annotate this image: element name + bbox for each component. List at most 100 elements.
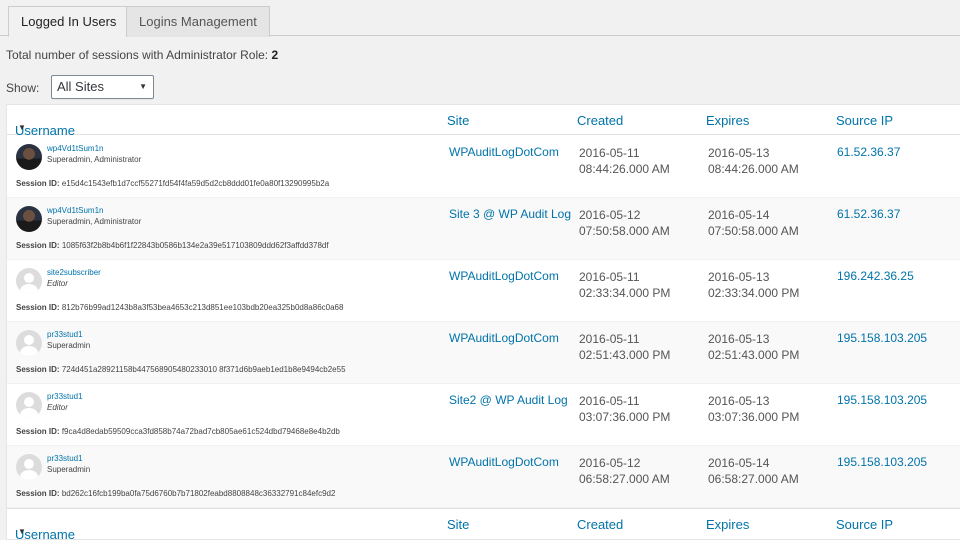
source-ip-link[interactable]: 195.158.103.205 <box>837 455 927 469</box>
session-id: Session ID: 812b76b99ad1243b8a3f53bea465… <box>16 303 343 312</box>
column-created[interactable]: Created <box>577 113 623 128</box>
session-id-label: Session ID: <box>16 179 60 188</box>
created-cell: 2016-05-12 06:58:27.000 AM <box>579 455 670 487</box>
session-id-value: bd262c16fcb199ba0fa75d6760b7b71802feabd8… <box>61 489 336 498</box>
expires-date: 2016-05-13 <box>708 270 770 284</box>
session-id-label: Session ID: <box>16 241 60 250</box>
footer-column-created[interactable]: Created <box>577 517 623 532</box>
user-roles: Superadmin, Administrator <box>47 217 142 226</box>
username-link[interactable]: pr33stud1 <box>47 454 83 463</box>
column-source-ip[interactable]: Source IP <box>836 113 893 128</box>
table-row: pr33stud1 Superadmin Session ID: bd262c1… <box>7 446 960 508</box>
site-link[interactable]: WPAuditLogDotCom <box>449 145 559 159</box>
expires-time: 07:50:58.000 AM <box>708 224 799 238</box>
created-cell: 2016-05-11 03:07:36.000 PM <box>579 393 670 425</box>
session-id: Session ID: 1085f63f2b8b4b6f1f22843b0586… <box>16 241 329 250</box>
user-roles: Editor <box>47 403 68 412</box>
avatar <box>16 268 42 294</box>
created-cell: 2016-05-11 02:33:34.000 PM <box>579 269 670 301</box>
expires-date: 2016-05-14 <box>708 456 770 470</box>
summary-label: Total number of sessions with Administra… <box>6 48 269 62</box>
table-header: Username ▼ Site Created Expires Source IP <box>7 105 960 138</box>
sort-desc-icon: ▼ <box>18 123 26 132</box>
sessions-table: Username ▼ Site Created Expires Source IP… <box>6 104 960 540</box>
column-expires[interactable]: Expires <box>706 113 749 128</box>
session-id-value: f9ca4d8edab59509cca3fd858b74a72bad7cb805… <box>61 427 340 436</box>
username-link[interactable]: wp4Vd1tSum1n <box>47 144 103 153</box>
created-time: 07:50:58.000 AM <box>579 224 670 238</box>
created-date: 2016-05-12 <box>579 208 641 222</box>
source-ip-link[interactable]: 195.158.103.205 <box>837 393 927 407</box>
created-cell: 2016-05-12 07:50:58.000 AM <box>579 207 670 239</box>
user-roles: Superadmin, Administrator <box>47 155 142 164</box>
session-id-label: Session ID: <box>16 427 60 436</box>
expires-cell: 2016-05-13 02:33:34.000 PM <box>708 269 799 301</box>
footer-column-site[interactable]: Site <box>447 517 469 532</box>
column-site[interactable]: Site <box>447 113 469 128</box>
username-link[interactable]: wp4Vd1tSum1n <box>47 206 103 215</box>
site-link[interactable]: Site2 @ WP Audit Log <box>449 393 568 407</box>
expires-cell: 2016-05-13 08:44:26.000 AM <box>708 145 799 177</box>
source-ip-link[interactable]: 61.52.36.37 <box>837 207 900 221</box>
site-link[interactable]: Site 3 @ WP Audit Log <box>449 207 571 221</box>
source-ip-link[interactable]: 195.158.103.205 <box>837 331 927 345</box>
username-link[interactable]: pr33stud1 <box>47 392 83 401</box>
table-row: pr33stud1 Editor Session ID: f9ca4d8edab… <box>7 384 960 446</box>
session-id-label: Session ID: <box>16 303 60 312</box>
expires-time: 06:58:27.000 AM <box>708 472 799 486</box>
site-link[interactable]: WPAuditLogDotCom <box>449 269 559 283</box>
expires-cell: 2016-05-13 03:07:36.000 PM <box>708 393 799 425</box>
summary-count: 2 <box>271 48 279 62</box>
expires-time: 08:44:26.000 AM <box>708 162 799 176</box>
avatar <box>16 454 42 480</box>
sort-desc-icon: ▼ <box>18 527 26 536</box>
created-date: 2016-05-11 <box>579 332 640 346</box>
session-count-summary: Total number of sessions with Administra… <box>6 48 278 62</box>
user-roles: Superadmin <box>47 341 91 350</box>
session-id: Session ID: e15d4c1543efb1d7ccf55271fd54… <box>16 179 329 188</box>
session-id-label: Session ID: <box>16 489 60 498</box>
tab-logins-management[interactable]: Logins Management <box>126 6 270 37</box>
username-link[interactable]: pr33stud1 <box>47 330 83 339</box>
table-body: wp4Vd1tSum1n Superadmin, Administrator S… <box>7 136 960 508</box>
username-link[interactable]: site2subscriber <box>47 268 101 277</box>
table-row: wp4Vd1tSum1n Superadmin, Administrator S… <box>7 136 960 198</box>
session-id-value: 1085f63f2b8b4b6f1f22843b0586b134e2a39e51… <box>61 241 329 250</box>
source-ip-link[interactable]: 196.242.36.25 <box>837 269 914 283</box>
created-cell: 2016-05-11 08:44:26.000 AM <box>579 145 670 177</box>
table-row: pr33stud1 Superadmin Session ID: 724d451… <box>7 322 960 384</box>
site-link[interactable]: WPAuditLogDotCom <box>449 331 559 345</box>
created-cell: 2016-05-11 02:51:43.000 PM <box>579 331 670 363</box>
session-id: Session ID: 724d451a28921158b44756890548… <box>16 365 346 374</box>
site-filter-value: All Sites <box>57 79 104 94</box>
avatar <box>16 144 42 170</box>
user-roles: Editor <box>47 279 68 288</box>
expires-cell: 2016-05-14 07:50:58.000 AM <box>708 207 799 239</box>
created-time: 08:44:26.000 AM <box>579 162 670 176</box>
session-id-value: e15d4c1543efb1d7ccf55271fd54f4fa59d5d2cb… <box>61 179 330 188</box>
created-date: 2016-05-12 <box>579 456 641 470</box>
tab-bar: Logged In Users Logins Management <box>0 0 960 37</box>
filter-label: Show: <box>6 81 40 95</box>
table-footer: Username ▼ Site Created Expires Source IP <box>7 508 960 540</box>
site-filter-select[interactable]: All Sites ▼ <box>51 75 154 99</box>
created-time: 02:33:34.000 PM <box>579 286 671 300</box>
expires-date: 2016-05-13 <box>708 332 770 346</box>
expires-date: 2016-05-13 <box>708 394 770 408</box>
session-id: Session ID: bd262c16fcb199ba0fa75d6760b7… <box>16 489 335 498</box>
user-roles: Superadmin <box>47 465 91 474</box>
expires-date: 2016-05-14 <box>708 208 770 222</box>
avatar <box>16 392 42 418</box>
source-ip-link[interactable]: 61.52.36.37 <box>837 145 900 159</box>
expires-time: 02:51:43.000 PM <box>708 348 800 362</box>
footer-column-expires[interactable]: Expires <box>706 517 749 532</box>
session-id-value: 812b76b99ad1243b8a3f53bea4653c213d851ee1… <box>61 303 344 312</box>
expires-time: 03:07:36.000 PM <box>708 410 800 424</box>
footer-column-source-ip[interactable]: Source IP <box>836 517 893 532</box>
site-link[interactable]: WPAuditLogDotCom <box>449 455 559 469</box>
created-time: 06:58:27.000 AM <box>579 472 670 486</box>
tab-logged-in-users[interactable]: Logged In Users <box>8 6 130 37</box>
avatar <box>16 206 42 232</box>
created-date: 2016-05-11 <box>579 394 640 408</box>
expires-cell: 2016-05-14 06:58:27.000 AM <box>708 455 799 487</box>
